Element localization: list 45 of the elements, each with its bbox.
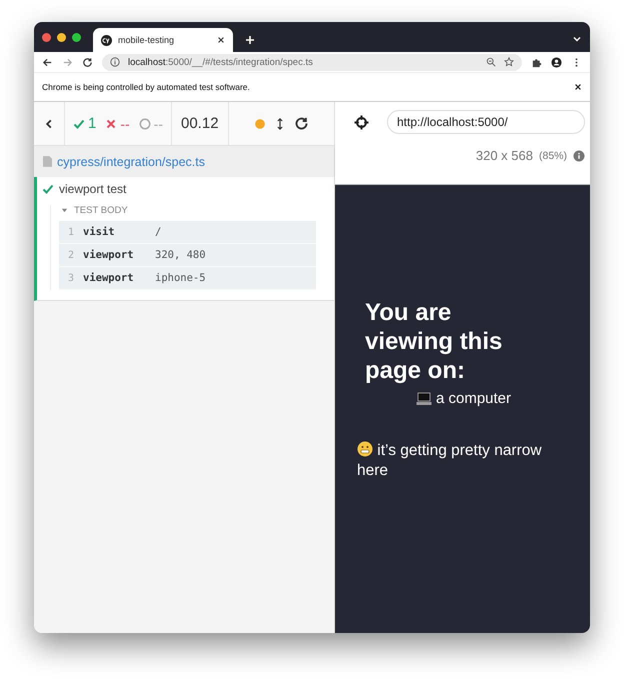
url-field[interactable]: http://localhost:5000/: [387, 110, 585, 134]
laptop-icon: [416, 390, 432, 406]
reload-icon[interactable]: [294, 116, 309, 131]
cypress-logo-icon: [101, 34, 112, 46]
minimize-window-button[interactable]: [57, 32, 66, 42]
info-icon[interactable]: [573, 150, 585, 162]
device-text: a computer: [436, 390, 512, 407]
close-icon[interactable]: [217, 36, 225, 44]
new-tab-icon[interactable]: [245, 35, 255, 45]
maximize-window-button[interactable]: [72, 32, 81, 42]
section-title[interactable]: TEST BODY: [74, 205, 128, 216]
failed-count: --: [120, 116, 130, 132]
circle-icon: [138, 118, 151, 130]
grimace-face-icon: [357, 441, 373, 457]
narrow-note: it’s getting pretty narrow here: [357, 441, 543, 481]
profile-icon[interactable]: [551, 56, 562, 68]
back-icon[interactable]: [42, 56, 53, 68]
pending-count: --: [154, 116, 163, 132]
viewport-size: 320 x 568: [476, 148, 533, 163]
passed-count: 1: [88, 115, 96, 132]
test-title[interactable]: viewport test: [59, 182, 126, 196]
puzzle-icon[interactable]: [531, 56, 542, 68]
command-row[interactable]: 2 viewport 320, 480: [59, 244, 316, 267]
automation-notice: Chrome is being controlled by automated test software.: [42, 82, 250, 92]
file-icon: [43, 156, 52, 167]
crosshair-icon[interactable]: [354, 114, 369, 130]
reload-icon[interactable]: [82, 56, 93, 68]
duration: 00.12: [181, 115, 219, 132]
close-icon[interactable]: [574, 83, 582, 91]
caret-icon[interactable]: [61, 207, 68, 214]
command-row[interactable]: 3 viewport iphone-5: [59, 267, 316, 290]
zoom-icon[interactable]: [486, 57, 496, 67]
viewport-scale: (85%): [538, 150, 567, 162]
status-dot-icon: [254, 118, 266, 130]
info-icon: [110, 57, 120, 67]
check-icon: [73, 118, 85, 130]
browser-tab[interactable]: mobile-testing: [93, 28, 233, 52]
url-text: localhost:5000/__/#/tests/integration/spec.ts: [128, 56, 314, 68]
star-icon[interactable]: [504, 57, 514, 67]
cross-icon: [105, 118, 118, 130]
address-bar[interactable]: localhost:5000/__/#/tests/integration/spec.ts: [102, 54, 522, 70]
close-window-button[interactable]: [42, 32, 51, 42]
chevron-down-icon[interactable]: [572, 34, 582, 44]
command-row[interactable]: 1 visit /: [59, 221, 316, 244]
page-heading: You are viewing this page on:: [365, 298, 504, 385]
